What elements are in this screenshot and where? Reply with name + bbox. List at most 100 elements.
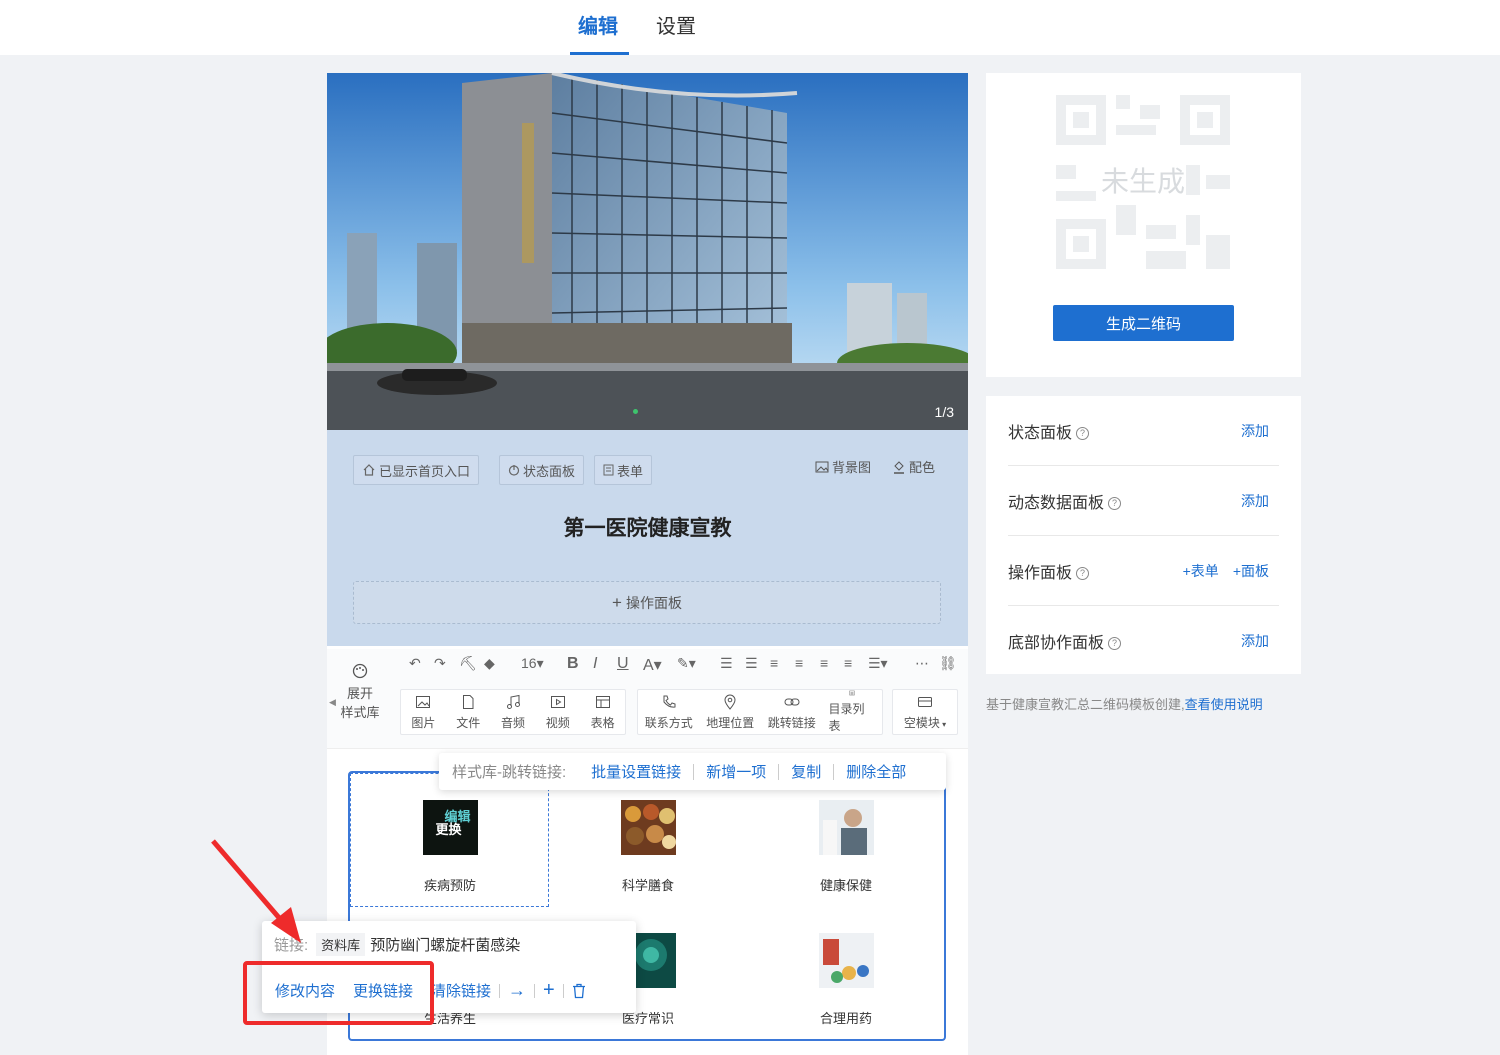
format-painter-icon[interactable]: ⛏ bbox=[459, 655, 477, 672]
top-tab-bar: 编辑 设置 bbox=[0, 0, 1500, 55]
table-icon bbox=[595, 695, 610, 708]
grid-item-label: 健康保健 bbox=[819, 878, 872, 893]
color-scheme-label: 配色 bbox=[909, 460, 936, 475]
file-tool[interactable]: 文件 bbox=[446, 690, 491, 734]
redo-icon[interactable]: ↷ bbox=[434, 655, 446, 672]
expand-style-library-button[interactable]: ◀ 展开 样式库 bbox=[329, 663, 385, 722]
catalog-tool[interactable]: 目录列表 bbox=[823, 690, 883, 734]
status-panel-label: 状态面板 bbox=[523, 463, 576, 479]
plus-icon[interactable]: + bbox=[543, 979, 555, 1002]
align-right-icon[interactable]: ≡ bbox=[820, 655, 828, 671]
batch-set-link-button[interactable]: 批量设置链接 bbox=[591, 761, 681, 782]
add-operation-panel-button[interactable]: + 操作面板 bbox=[353, 581, 941, 624]
tab-edit[interactable]: 编辑 bbox=[578, 10, 618, 39]
panels-settings-card: 状态面板? 添加 动态数据面板? 添加 操作面板? +表单 +面板 底部协作面板?… bbox=[986, 396, 1301, 674]
status-panel-chip[interactable]: 状态面板 bbox=[499, 455, 585, 485]
align-center-icon[interactable]: ≡ bbox=[795, 655, 803, 671]
ordered-list-icon[interactable]: ☰ bbox=[720, 655, 733, 672]
add-item-button[interactable]: 新增一项 bbox=[706, 761, 766, 782]
delete-all-button[interactable]: 删除全部 bbox=[846, 761, 906, 782]
tab-settings[interactable]: 设置 bbox=[656, 10, 696, 39]
image-tool[interactable]: 图片 bbox=[401, 690, 446, 734]
location-tool[interactable]: 地理位置 bbox=[700, 690, 762, 734]
font-size-select[interactable]: 16▾ bbox=[521, 655, 544, 672]
add-bottom-panel-button[interactable]: 添加 bbox=[1241, 631, 1269, 651]
panel-name: 操作面板 bbox=[1008, 564, 1073, 582]
thumbnail-rational-medication bbox=[818, 933, 874, 988]
paint-bucket-icon bbox=[894, 460, 904, 474]
copy-button[interactable]: 复制 bbox=[791, 761, 821, 782]
line-height-icon[interactable]: ☰▾ bbox=[868, 655, 888, 672]
form-chip[interactable]: 表单 bbox=[594, 455, 653, 485]
undo-icon[interactable]: ↶ bbox=[409, 655, 421, 672]
unordered-list-icon[interactable]: ☰ bbox=[745, 655, 758, 672]
underline-icon[interactable]: U bbox=[617, 655, 629, 673]
page-editor: 1/3 已显示首页入口 状态面板 表单 背景图 配色 第一医院健康宣教 + 操作… bbox=[327, 73, 968, 1055]
add-dynamic-panel-button[interactable]: 添加 bbox=[1241, 491, 1269, 511]
contact-tool[interactable]: 联系方式 bbox=[638, 690, 700, 734]
help-icon[interactable]: ? bbox=[1076, 426, 1090, 440]
picture-icon bbox=[416, 695, 431, 708]
annotation-arrow-icon bbox=[211, 839, 301, 943]
grid-item-label: 疾病预防 bbox=[423, 878, 476, 893]
file-tool-label: 文件 bbox=[456, 715, 481, 730]
color-scheme-button[interactable]: 配色 bbox=[892, 457, 935, 476]
rich-text-toolbar: ◀ 展开 样式库 ↶ ↷ ⛏ ◆ 16▾ B I U A▾ ✎▾ ☰ ☰ ≡ ≡ … bbox=[327, 649, 968, 749]
italic-icon[interactable]: I bbox=[593, 655, 597, 673]
video-tool[interactable]: 视频 bbox=[535, 690, 580, 734]
bold-icon[interactable]: B bbox=[567, 655, 579, 673]
link-icon[interactable]: ⛓ bbox=[939, 655, 957, 672]
background-image-button[interactable]: 背景图 bbox=[815, 457, 871, 476]
add-form-button[interactable]: +表单 bbox=[1183, 563, 1219, 579]
help-icon[interactable]: ? bbox=[1108, 637, 1122, 650]
add-panel-button[interactable]: +面板 bbox=[1233, 563, 1269, 579]
jump-link-tool[interactable]: 跳转链接 bbox=[761, 690, 823, 734]
image-icon bbox=[815, 461, 829, 472]
carousel-dot-active[interactable] bbox=[633, 409, 638, 414]
align-left-icon[interactable]: ≡ bbox=[770, 655, 778, 671]
banner-carousel[interactable]: 1/3 bbox=[327, 73, 968, 430]
home-entry-label: 已显示首页入口 bbox=[379, 463, 471, 479]
panel-row-dynamic-data: 动态数据面板? 添加 bbox=[1008, 466, 1279, 536]
link-target-text[interactable]: 预防幽门螺旋杆菌感染 bbox=[370, 934, 520, 955]
table-tool[interactable]: 表格 bbox=[580, 690, 625, 734]
block-icon bbox=[918, 696, 932, 707]
video-icon bbox=[550, 695, 565, 708]
table-tool-label: 表格 bbox=[590, 715, 615, 730]
palette-icon bbox=[352, 663, 368, 679]
add-status-panel-button[interactable]: 添加 bbox=[1241, 421, 1269, 441]
grid-item-label: 合理用药 bbox=[819, 1011, 872, 1026]
help-icon[interactable]: ? bbox=[1108, 496, 1122, 510]
grid-item-rational-medication[interactable]: 合理用药 bbox=[796, 933, 896, 1027]
grid-item-scientific-diet[interactable]: 科学膳食 bbox=[598, 800, 698, 894]
highlight-icon[interactable]: ✎▾ bbox=[677, 655, 696, 672]
thumbnail-disease-prevention: 编辑 更换 bbox=[422, 800, 478, 855]
carousel-counter: 1/3 bbox=[934, 404, 954, 420]
panel-name: 底部协作面板 bbox=[1008, 635, 1105, 652]
arrow-right-icon[interactable]: → bbox=[508, 980, 526, 1001]
align-justify-icon[interactable]: ≡ bbox=[844, 655, 852, 671]
thumb-replace-label: 更换 bbox=[435, 822, 462, 837]
eraser-icon[interactable]: ◆ bbox=[484, 655, 495, 672]
generate-qr-button[interactable]: 生成二维码 bbox=[1053, 305, 1234, 341]
expand-label-2: 样式库 bbox=[340, 705, 380, 720]
font-color-icon[interactable]: A▾ bbox=[643, 655, 662, 675]
style-library-action-bar: 样式库-跳转链接: 批量设置链接 新增一项 复制 删除全部 bbox=[439, 753, 946, 790]
usage-guide-link[interactable]: 查看使用说明 bbox=[1185, 697, 1263, 712]
form-label: 表单 bbox=[617, 463, 644, 479]
audio-tool[interactable]: 音频 bbox=[491, 690, 536, 734]
grid-item-disease-prevention[interactable]: 编辑 更换 疾病预防 bbox=[400, 800, 500, 894]
empty-block-tool[interactable]: 空模块 ▾ bbox=[893, 690, 957, 734]
panel-name: 动态数据面板 bbox=[1008, 494, 1105, 512]
clear-link-button[interactable]: 清除链接 bbox=[431, 980, 491, 1001]
phone-icon bbox=[663, 695, 676, 708]
trash-icon[interactable] bbox=[572, 983, 586, 999]
page-title[interactable]: 第一医院健康宣教 bbox=[327, 512, 968, 542]
divider-icon[interactable]: ⋯ bbox=[915, 655, 929, 672]
chain-link-icon bbox=[784, 698, 800, 705]
grid-item-health-care[interactable]: 健康保健 bbox=[796, 800, 896, 894]
home-entry-chip[interactable]: 已显示首页入口 bbox=[353, 455, 480, 485]
page-header-area: 已显示首页入口 状态面板 表单 背景图 配色 第一医院健康宣教 + 操作面板 bbox=[327, 430, 968, 646]
help-icon[interactable]: ? bbox=[1076, 566, 1090, 580]
plus-icon: + bbox=[612, 592, 622, 612]
